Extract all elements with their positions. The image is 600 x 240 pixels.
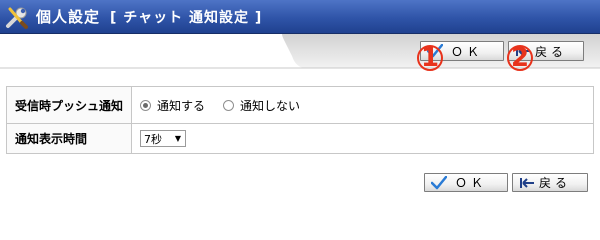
marker-circle-icon <box>507 45 533 71</box>
title-bar: 個人設定 [ チャット 通知設定 ] <box>0 0 600 34</box>
footer-back-button-label: 戻る <box>538 176 571 190</box>
display-time-field: 7秒 ▼ <box>131 123 594 154</box>
display-time-label: 通知表示時間 <box>5 123 133 154</box>
page-subtitle: [ チャット 通知設定 ] <box>110 10 263 26</box>
page-title-main: 個人設定 <box>36 8 101 26</box>
annotation-marker-2: 2 <box>506 44 534 72</box>
radio-notify-off[interactable]: 通知しない <box>223 97 300 114</box>
back-button-label: 戻る <box>534 44 567 59</box>
radio-notify-on[interactable]: 通知する <box>140 97 205 114</box>
display-time-select[interactable]: 7秒 ▼ <box>140 130 187 147</box>
push-notify-label: 受信時プッシュ通知 <box>5 86 133 124</box>
form-row-push-notify: 受信時プッシュ通知 通知する 通知しない <box>5 86 594 124</box>
settings-form: 受信時プッシュ通知 通知する 通知しない 通知表示時間 7秒 ▼ <box>5 86 594 154</box>
radio-notify-on-dot[interactable] <box>140 99 152 111</box>
page-title: 個人設定 [ チャット 通知設定 ] <box>36 6 262 27</box>
back-arrow-icon <box>520 177 534 188</box>
annotation-marker-1: 1 <box>416 44 444 72</box>
ok-button-label: ＯＫ <box>450 44 483 59</box>
footer-ok-button[interactable]: ＯＫ <box>424 173 508 192</box>
marker-circle-icon <box>417 45 443 71</box>
display-time-select-value: 7秒 <box>144 132 163 146</box>
form-row-display-time: 通知表示時間 7秒 ▼ <box>5 123 594 154</box>
tools-icon <box>6 7 28 29</box>
footer-ok-button-label: ＯＫ <box>454 176 487 190</box>
radio-notify-off-dot[interactable] <box>223 99 235 111</box>
radio-notify-off-label: 通知しない <box>240 98 301 113</box>
push-notify-radio-group: 通知する 通知しない <box>140 97 585 114</box>
footer-back-button[interactable]: 戻る <box>512 173 588 192</box>
push-notify-field: 通知する 通知しない <box>131 86 594 124</box>
checkmark-icon <box>431 175 447 189</box>
radio-notify-on-label: 通知する <box>157 98 206 113</box>
dropdown-arrow-icon: ▼ <box>174 134 182 143</box>
